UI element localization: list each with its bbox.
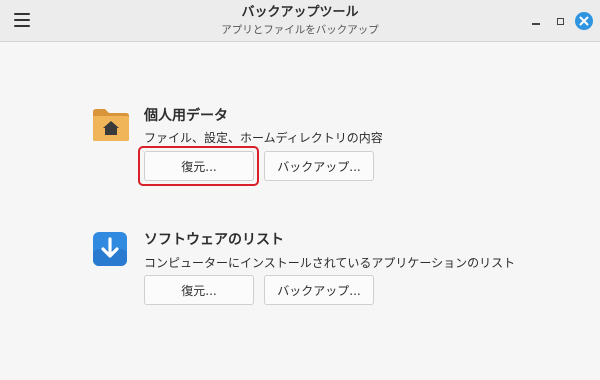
folder-home-icon [93, 109, 129, 141]
maximize-button[interactable] [551, 12, 569, 30]
maximize-icon [556, 17, 564, 25]
personal-data-title: 個人用データ [144, 108, 228, 124]
software-list-description: コンピューターにインストールされているアプリケーションのリスト [144, 256, 516, 270]
software-restore-button[interactable]: 復元... [144, 275, 254, 305]
window-subtitle: アプリとファイルをバックアップ [221, 24, 379, 36]
download-arrow-icon [93, 232, 127, 266]
software-backup-button[interactable]: バックアップ... [264, 275, 374, 305]
minimize-button[interactable] [527, 12, 545, 30]
close-icon [579, 16, 589, 26]
personal-data-description: ファイル、設定、ホームディレクトリの内容 [144, 131, 383, 145]
header-bar: バックアップツール アプリとファイルをバックアップ [0, 0, 600, 42]
minimize-icon [532, 23, 540, 25]
window-title: バックアップツール [241, 5, 359, 20]
window-title-block: バックアップツール アプリとファイルをバックアップ [0, 5, 600, 37]
personal-restore-button[interactable]: 復元... [144, 151, 254, 181]
software-list-title: ソフトウェアのリスト [144, 232, 284, 248]
personal-backup-button[interactable]: バックアップ... [264, 151, 374, 181]
close-button[interactable] [575, 12, 593, 30]
